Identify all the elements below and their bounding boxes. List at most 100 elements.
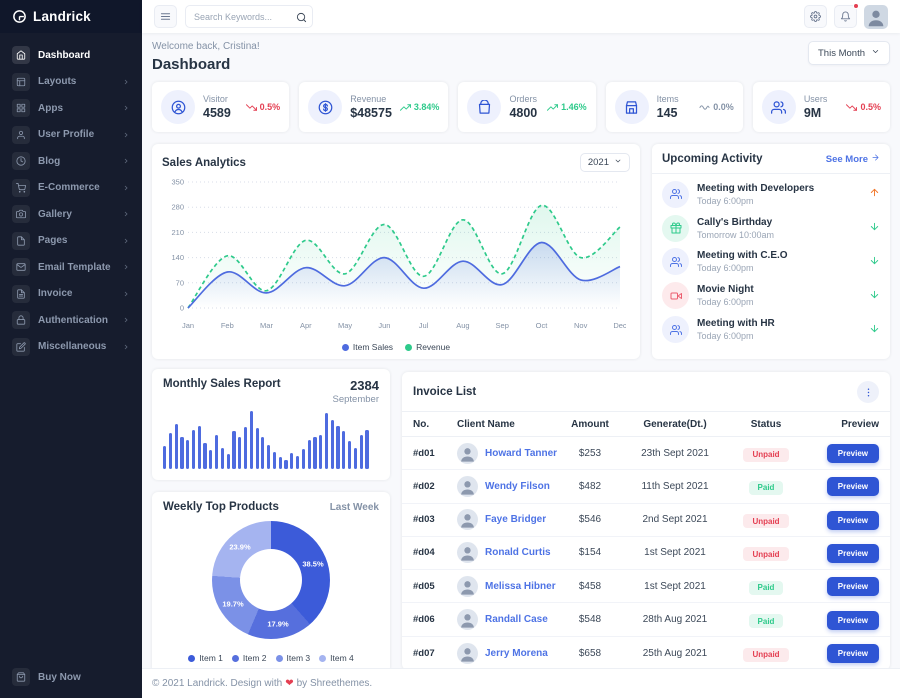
trending-down-icon (246, 102, 257, 113)
activity-item[interactable]: Meeting with DevelopersToday 6:00pm (662, 181, 880, 208)
status-badge: Unpaid (743, 648, 788, 662)
preview-button[interactable]: Preview (827, 611, 879, 630)
legend-item[interactable]: Item 3 (276, 653, 311, 663)
camera-icon (12, 205, 30, 223)
cart-icon (16, 183, 26, 193)
menu-toggle-button[interactable] (154, 5, 177, 28)
sidebar-item-label: Dashboard (38, 50, 130, 61)
arrow-right-icon (871, 153, 880, 165)
client-name-link[interactable]: Wendy Filson (485, 481, 550, 492)
client-name-link[interactable]: Randall Case (485, 614, 548, 625)
legend-item[interactable]: Item Sales (342, 342, 393, 352)
client-name-link[interactable]: Melissa Hibner (485, 581, 556, 592)
users-icon (670, 256, 682, 268)
chevron-right-icon (122, 157, 130, 165)
year-select[interactable]: 2021 (580, 153, 630, 172)
bell-icon (840, 11, 851, 22)
see-more-link[interactable]: See More (826, 153, 880, 165)
buy-now-button[interactable]: Buy Now (0, 660, 142, 698)
user-avatar[interactable] (864, 5, 888, 29)
search-icon (296, 12, 307, 23)
brand-logo[interactable]: Landrick (0, 0, 142, 33)
svg-text:Dec: Dec (613, 321, 626, 330)
sidebar-item-email-template[interactable]: Email Template (8, 255, 134, 279)
store-icon (624, 100, 639, 115)
monthly-sales-title: Monthly Sales Report (163, 378, 281, 405)
sidebar-item-pages[interactable]: Pages (8, 229, 134, 253)
sidebar-item-e-commerce[interactable]: E-Commerce (8, 176, 134, 200)
sidebar-item-authentication[interactable]: Authentication (8, 308, 134, 332)
main-column: Welcome back, Cristina! Dashboard This M… (142, 0, 900, 698)
client-name-link[interactable]: Ronald Curtis (485, 547, 551, 558)
sidebar-item-miscellaneous[interactable]: Miscellaneous (8, 335, 134, 359)
sidebar-item-apps[interactable]: Apps (8, 96, 134, 120)
preview-button[interactable]: Preview (827, 477, 879, 496)
legend-item[interactable]: Item 1 (188, 653, 223, 663)
preview-button[interactable]: Preview (827, 444, 879, 463)
file-icon (16, 236, 26, 246)
sidebar-item-blog[interactable]: Blog (8, 149, 134, 173)
upcoming-activity-card: Upcoming Activity See More Meeting with … (652, 144, 890, 359)
user-circle-icon (161, 90, 195, 124)
notifications-button[interactable] (834, 5, 857, 28)
sales-bar (313, 437, 316, 469)
activity-time: Tomorrow 10:00am (697, 230, 861, 240)
stat-trend: 0.5% (846, 102, 881, 113)
sidebar-item-label: Email Template (38, 262, 114, 273)
donut-slice-label: 38.5% (302, 560, 323, 569)
sidebar-item-user-profile[interactable]: User Profile (8, 123, 134, 147)
sales-bar (308, 440, 311, 469)
activity-item[interactable]: Movie NightToday 6:00pm (662, 282, 880, 309)
shopping-bag-icon (12, 668, 30, 686)
settings-button[interactable] (804, 5, 827, 28)
preview-button[interactable]: Preview (827, 544, 879, 563)
invoice-date: 23th Sept 2021 (621, 448, 729, 459)
legend-item[interactable]: Item 2 (232, 653, 267, 663)
activity-time: Today 6:00pm (697, 263, 861, 273)
preview-button[interactable]: Preview (827, 577, 879, 596)
sales-bar (256, 428, 259, 469)
landrick-logo-icon (12, 9, 27, 24)
sales-bar (302, 449, 305, 469)
legend-item[interactable]: Item 4 (319, 653, 354, 663)
preview-button[interactable]: Preview (827, 644, 879, 663)
sidebar-item-dashboard[interactable]: Dashboard (8, 43, 134, 67)
legend-item[interactable]: Revenue (405, 342, 450, 352)
users-icon (662, 316, 689, 343)
sales-bar (354, 448, 357, 469)
activity-title: Cally's Birthday (697, 217, 861, 228)
activity-item[interactable]: Meeting with HRToday 6:00pm (662, 316, 880, 343)
wave-icon (699, 102, 710, 113)
chevron-right-icon (122, 290, 130, 298)
activity-item[interactable]: Meeting with C.E.OToday 6:00pm (662, 248, 880, 275)
arrow-down-icon (869, 321, 880, 339)
monthly-sales-bars (163, 411, 379, 469)
client-avatar (457, 542, 478, 563)
sidebar-item-label: Apps (38, 103, 114, 114)
arrow-down-icon (869, 221, 880, 232)
client-name-link[interactable]: Faye Bridger (485, 514, 546, 525)
clock-icon (16, 156, 26, 166)
gear-icon (810, 11, 821, 22)
activity-item[interactable]: Cally's Birthday Tomorrow 10:00am (662, 215, 880, 242)
stat-label: Users (804, 94, 839, 104)
invoice-number: #d06 (413, 614, 457, 625)
chevron-right-icon (122, 210, 130, 218)
welcome-text: Welcome back, Cristina! (152, 41, 260, 52)
sidebar-item-invoice[interactable]: Invoice (8, 282, 134, 306)
search-icon[interactable] (296, 10, 307, 21)
sales-bar (360, 435, 363, 469)
invoice-more-button[interactable] (857, 381, 879, 403)
search-input[interactable] (185, 5, 313, 28)
preview-button[interactable]: Preview (827, 511, 879, 530)
sidebar-item-gallery[interactable]: Gallery (8, 202, 134, 226)
period-select[interactable]: This Month (808, 41, 890, 65)
stat-trend: 3.84% (400, 102, 440, 113)
activity-title: Meeting with HR (697, 318, 861, 329)
client-name-link[interactable]: Jerry Morena (485, 648, 548, 659)
legend-dot (232, 655, 239, 662)
client-name-link[interactable]: Howard Tanner (485, 448, 557, 459)
sidebar-item-layouts[interactable]: Layouts (8, 70, 134, 94)
svg-text:210: 210 (171, 228, 184, 237)
dollar-icon (308, 90, 342, 124)
